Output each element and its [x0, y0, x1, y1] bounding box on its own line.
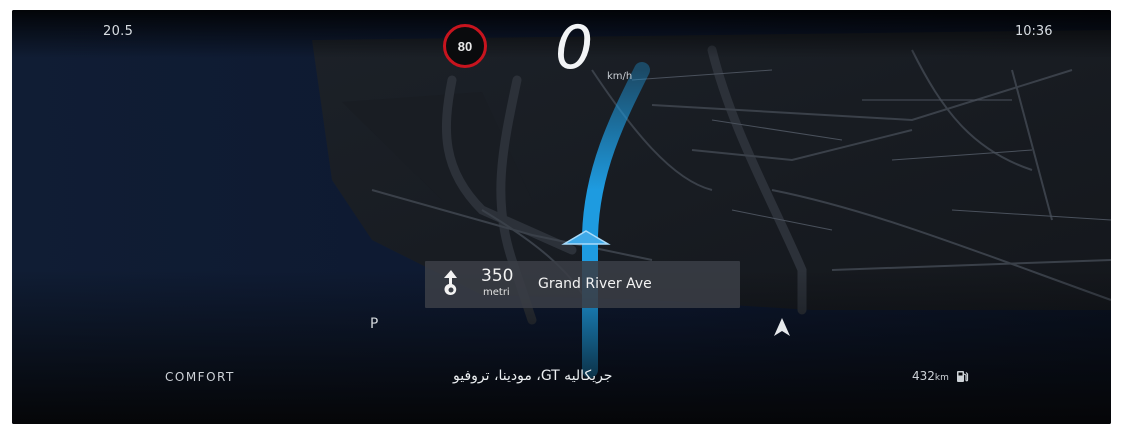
drive-mode: COMFORT — [165, 370, 235, 384]
fuel-range: 432km — [912, 369, 969, 383]
next-street-name: Grand River Ave — [538, 276, 652, 292]
turn-instruction-card[interactable]: 350 metri Grand River Ave — [425, 261, 740, 308]
speedometer: 0 km/h — [555, 13, 675, 88]
turn-arrow-icon — [440, 268, 462, 303]
north-arrow-icon — [774, 318, 790, 341]
fuel-pump-icon — [955, 369, 969, 383]
gear-indicator: P — [370, 316, 379, 332]
speed-unit: km/h — [607, 71, 633, 82]
clock: 10:36 — [1015, 24, 1053, 39]
speed-limit-sign: 80 — [443, 24, 487, 68]
speed-limit-value: 80 — [457, 38, 473, 54]
speed-value: 0 — [555, 13, 594, 83]
range-value: 432km — [912, 369, 949, 383]
location-label: جريكاليه GT، مودينا، تروفيو — [453, 368, 613, 384]
maneuver-distance-unit: metri — [483, 287, 510, 298]
instrument-cluster: 20.5 10:36 80 0 km/h 350 metri Grand Riv… — [12, 10, 1111, 424]
maneuver-distance: 350 — [481, 266, 514, 286]
trip-odometer: 20.5 — [103, 24, 134, 39]
